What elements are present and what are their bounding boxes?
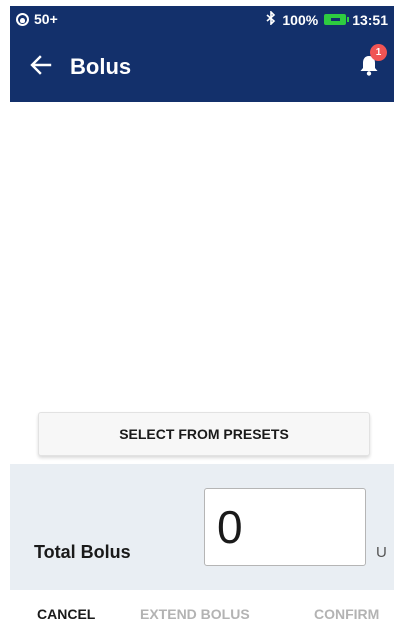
- total-bolus-panel: Total Bolus U: [10, 464, 394, 590]
- confirm-button[interactable]: CONFIRM: [314, 606, 379, 622]
- battery-icon: [324, 14, 350, 25]
- total-bolus-input[interactable]: [204, 488, 366, 566]
- pod-status-icon: [16, 12, 29, 26]
- status-bar: 50+ 100% 13:51: [10, 6, 394, 32]
- footer-actions: CANCEL EXTEND BOLUS CONFIRM: [10, 590, 394, 636]
- total-bolus-label: Total Bolus: [34, 542, 131, 562]
- notification-badge: 1: [370, 44, 387, 61]
- extend-bolus-button[interactable]: EXTEND BOLUS: [140, 606, 250, 622]
- status-right: 100% 13:51: [266, 10, 388, 28]
- select-from-presets-button[interactable]: SELECT FROM PRESETS: [38, 412, 370, 456]
- bluetooth-icon: [266, 10, 276, 28]
- app-bar: Bolus 1: [10, 32, 394, 102]
- notification-count: 50+: [34, 11, 58, 27]
- cancel-button[interactable]: CANCEL: [37, 606, 95, 622]
- back-arrow-icon[interactable]: [28, 52, 54, 78]
- page-title: Bolus: [70, 54, 132, 79]
- battery-percent: 100%: [282, 11, 319, 28]
- unit-label: U: [376, 544, 387, 561]
- clock: 13:51: [352, 11, 388, 28]
- status-left: 50+: [16, 11, 58, 27]
- screen: 50+ 100% 13:51 Bolus 1 SELECT FROM PRESE…: [10, 6, 394, 636]
